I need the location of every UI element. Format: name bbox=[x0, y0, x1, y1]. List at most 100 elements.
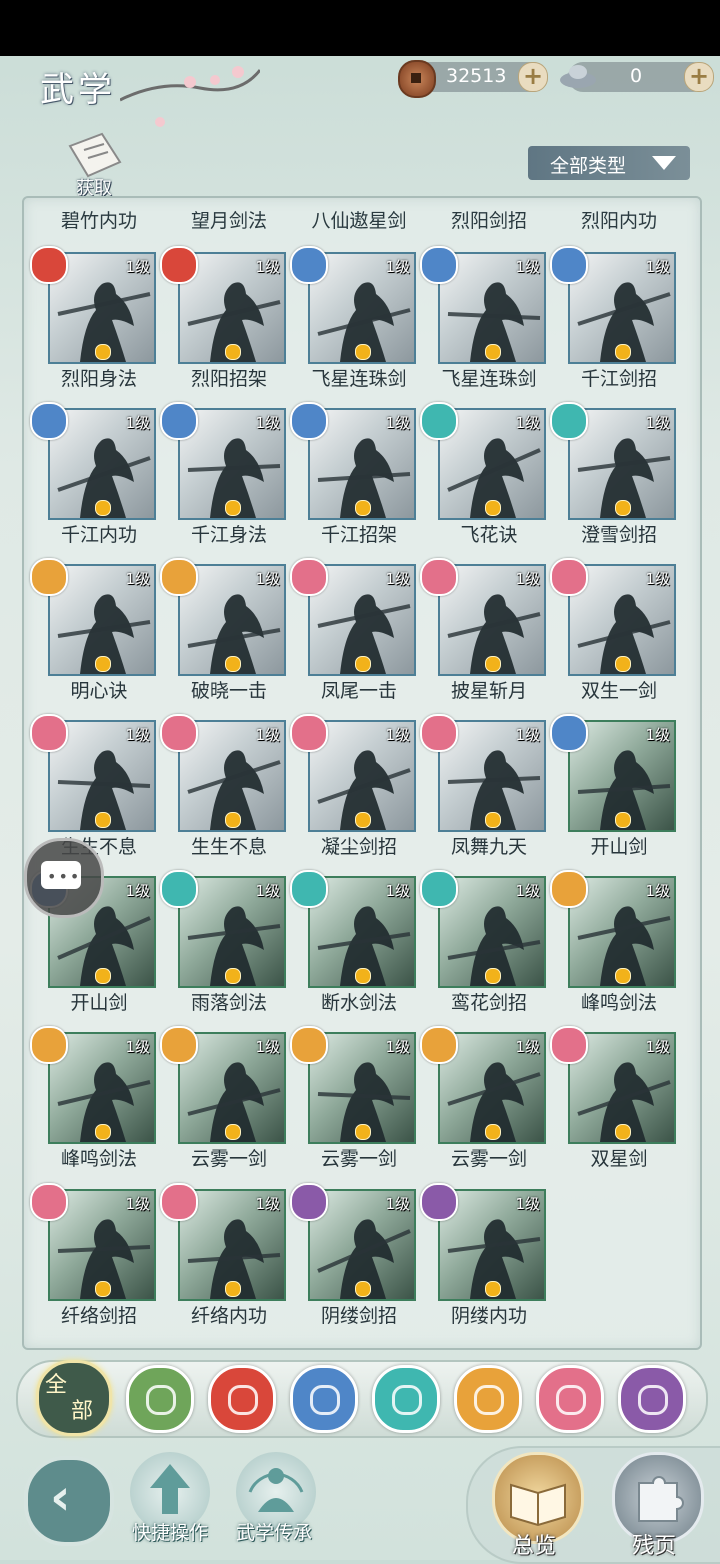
skill-card[interactable]: 1级 飞星连珠剑 bbox=[420, 246, 554, 408]
chevron-down-icon bbox=[652, 156, 676, 170]
sword-filter-button[interactable] bbox=[126, 1365, 194, 1433]
skill-card[interactable]: 1级 峰鸣剑法 bbox=[550, 870, 684, 1032]
skill-card[interactable]: 1级 纤络剑招 bbox=[30, 1183, 164, 1345]
skill-card[interactable]: 1级 开山剑 bbox=[550, 714, 684, 876]
skill-name: 飞星连珠剑 bbox=[441, 368, 537, 390]
flame-icon bbox=[485, 500, 501, 516]
skill-card[interactable]: 1级云雾一剑 bbox=[420, 1026, 554, 1188]
moon-filter-button[interactable] bbox=[536, 1365, 604, 1433]
moon-school-icon bbox=[420, 714, 458, 752]
top-row-skill-name: 八仙遨星剑 bbox=[311, 210, 407, 232]
filter-all-button[interactable]: 全 部 bbox=[36, 1360, 112, 1436]
shield-filter-button[interactable] bbox=[454, 1365, 522, 1433]
overview-label: 总览 bbox=[511, 1534, 556, 1559]
skill-level: 1级 bbox=[125, 1195, 150, 1213]
skill-card[interactable]: 1级 生生不息 bbox=[160, 714, 294, 876]
type-filter-label: 全部类型 bbox=[550, 155, 627, 177]
fire-school-icon bbox=[160, 246, 198, 284]
wave-filter-button[interactable] bbox=[290, 1365, 358, 1433]
skill-card[interactable]: 1级 凤舞九天 bbox=[420, 714, 554, 876]
skill-card[interactable]: 1级 云雾一剑 bbox=[160, 1026, 294, 1188]
flame-icon bbox=[615, 968, 631, 984]
butterfly-school-icon bbox=[420, 870, 458, 908]
skill-name: 凤尾一击 bbox=[320, 680, 397, 702]
flame-icon bbox=[485, 656, 501, 672]
flame-icon bbox=[615, 812, 631, 828]
flame-icon bbox=[355, 1281, 371, 1297]
skill-card[interactable]: 1级 峰鸣剑法 bbox=[30, 1026, 164, 1188]
skill-card[interactable]: 1级 双星剑 bbox=[550, 1026, 684, 1188]
add-copper-button[interactable]: + bbox=[518, 62, 548, 92]
skill-level: 1级 bbox=[515, 1038, 540, 1056]
skill-card[interactable]: 1级 千江身法 bbox=[160, 402, 294, 564]
skill-level: 1级 bbox=[645, 414, 670, 432]
skill-name: 飞花诀 bbox=[460, 524, 518, 546]
flame-icon bbox=[225, 968, 241, 984]
skill-name: 生生不息 bbox=[190, 836, 267, 858]
flame-icon bbox=[355, 968, 371, 984]
skill-level: 1级 bbox=[645, 882, 670, 900]
skill-card[interactable]: 1级 纤络内功 bbox=[160, 1183, 294, 1345]
skill-card[interactable]: 1级 飞花诀 bbox=[420, 402, 554, 564]
skill-name: 阴缕剑招 bbox=[320, 1305, 397, 1327]
skill-card[interactable]: 1级 烈阳招架 bbox=[160, 246, 294, 408]
skill-card[interactable]: 1级 断水剑法 bbox=[290, 870, 424, 1032]
skill-card[interactable]: 1级 破晓一击 bbox=[160, 558, 294, 720]
skill-card[interactable]: 1级 双生一剑 bbox=[550, 558, 684, 720]
skill-card[interactable]: 1级澄雪剑招 bbox=[550, 402, 684, 564]
skill-level: 1级 bbox=[645, 1038, 670, 1056]
skill-card[interactable]: 1级凤尾一击 bbox=[290, 558, 424, 720]
moon-school-icon bbox=[550, 1026, 588, 1064]
fire-filter-button[interactable] bbox=[208, 1365, 276, 1433]
skill-level: 1级 bbox=[255, 1195, 280, 1213]
add-silver-button[interactable]: + bbox=[684, 62, 714, 92]
rose-filter-button[interactable] bbox=[618, 1365, 686, 1433]
flame-icon bbox=[95, 656, 111, 672]
skill-card[interactable]: 1级 飞星连珠剑 bbox=[290, 246, 424, 408]
back-button[interactable]: ‹ bbox=[24, 1456, 114, 1546]
skill-name: 云雾一剑 bbox=[450, 1148, 527, 1170]
skill-card[interactable]: 1级 千江招架 bbox=[290, 402, 424, 564]
skill-level: 1级 bbox=[385, 570, 410, 588]
skill-name: 千江内功 bbox=[60, 524, 137, 546]
moon-school-icon bbox=[290, 558, 328, 596]
skill-card[interactable]: 1级 披星斩月 bbox=[420, 558, 554, 720]
chat-button[interactable]: ••• bbox=[24, 838, 104, 918]
fragments-label: 残页 bbox=[631, 1534, 676, 1559]
rose-icon bbox=[638, 1385, 668, 1415]
skill-card[interactable]: 1级 凝尘剑招 bbox=[290, 714, 424, 876]
skill-name: 飞星连珠剑 bbox=[311, 368, 407, 390]
type-filter-dropdown[interactable]: 全部类型 bbox=[528, 146, 690, 180]
skill-name: 破晓一击 bbox=[190, 680, 267, 702]
skill-name: 阴缕内功 bbox=[450, 1305, 527, 1327]
flame-icon bbox=[355, 344, 371, 360]
skill-level: 1级 bbox=[125, 414, 150, 432]
skill-card[interactable]: 1级 烈阳身法 bbox=[30, 246, 164, 408]
wave-school-icon bbox=[290, 246, 328, 284]
skill-card[interactable]: 1级 雨落剑法 bbox=[160, 870, 294, 1032]
skill-name: 澄雪剑招 bbox=[580, 524, 657, 546]
butterfly-school-icon bbox=[290, 870, 328, 908]
skill-card[interactable]: 1级 鸾花剑招 bbox=[420, 870, 554, 1032]
skill-name: 千江身法 bbox=[190, 524, 267, 546]
skill-card[interactable]: 1级 明心诀 bbox=[30, 558, 164, 720]
skill-card[interactable]: 1级 阴缕剑招 bbox=[290, 1183, 424, 1345]
skill-card[interactable]: 1级 千江剑招 bbox=[550, 246, 684, 408]
skill-level: 1级 bbox=[385, 882, 410, 900]
page-title: 武学 bbox=[40, 70, 116, 110]
back-arrow-icon: ‹ bbox=[50, 1468, 71, 1526]
skill-card[interactable]: 1级 云雾一剑 bbox=[290, 1026, 424, 1188]
sword-icon bbox=[146, 1385, 176, 1415]
skill-card[interactable]: 1级 阴缕内功 bbox=[420, 1183, 554, 1345]
butterfly-school-icon bbox=[420, 402, 458, 440]
get-button[interactable]: 获取 bbox=[62, 132, 126, 200]
moon-school-icon bbox=[420, 558, 458, 596]
flame-icon bbox=[485, 968, 501, 984]
skill-card[interactable]: 1级千江内功 bbox=[30, 402, 164, 564]
flame-icon bbox=[485, 344, 501, 360]
butterfly-filter-button[interactable] bbox=[372, 1365, 440, 1433]
skill-level: 1级 bbox=[645, 258, 670, 276]
skill-level: 1级 bbox=[645, 570, 670, 588]
flame-icon bbox=[485, 1124, 501, 1140]
flame-icon bbox=[225, 812, 241, 828]
